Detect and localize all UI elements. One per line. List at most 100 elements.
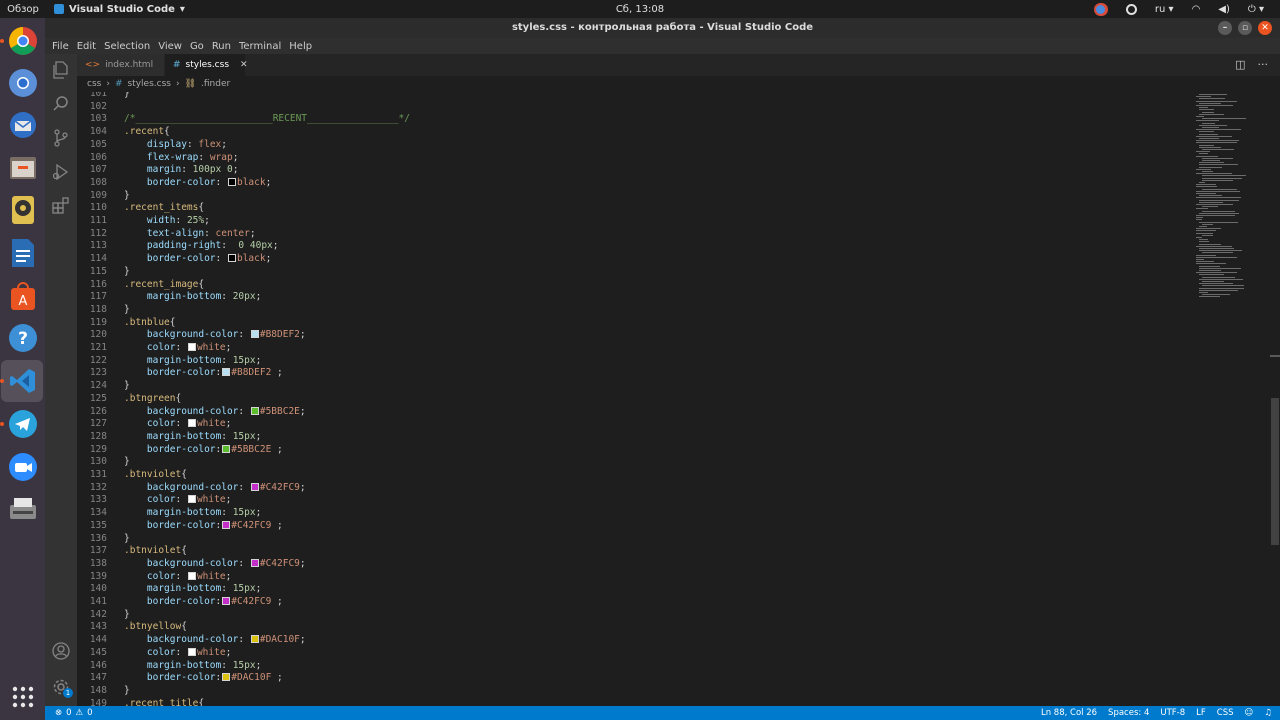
app-menu[interactable]: Visual Studio Code ▾ — [54, 4, 185, 15]
code-token: ; — [299, 557, 306, 569]
more-actions-icon[interactable]: ··· — [1258, 58, 1269, 71]
color-swatch[interactable] — [187, 495, 196, 504]
tab-index-html[interactable]: <> index.html — [77, 54, 164, 76]
indentation[interactable]: Spaces: 4 — [1108, 708, 1149, 718]
minimap-line — [1202, 223, 1213, 225]
thunderbird-icon[interactable] — [6, 108, 39, 141]
minimap[interactable] — [1192, 92, 1270, 706]
color-swatch[interactable] — [187, 419, 196, 428]
line-number: 123 — [89, 367, 107, 379]
color-swatch[interactable] — [222, 444, 231, 453]
rhythmbox-icon[interactable] — [6, 193, 39, 226]
manage-gear-icon[interactable]: 1 — [51, 677, 73, 698]
cursor-position[interactable]: Ln 88, Col 26 — [1041, 708, 1097, 718]
color-swatch[interactable] — [227, 254, 236, 263]
minimap-line — [1199, 292, 1208, 293]
color-swatch[interactable] — [187, 343, 196, 351]
notification-app-icon[interactable] — [1093, 2, 1108, 16]
minimap-line — [1199, 102, 1221, 104]
color-swatch[interactable] — [250, 482, 259, 491]
language-indicator[interactable]: ru ▾ — [1155, 4, 1174, 15]
window-title: styles.css - контрольная работа - Visual… — [511, 22, 814, 33]
menu-view[interactable]: View — [154, 41, 186, 52]
chromium-icon[interactable] — [6, 66, 39, 99]
telegram-icon[interactable] — [6, 407, 39, 440]
code-token: : — [238, 405, 250, 417]
status-ring-icon[interactable] — [1125, 3, 1137, 15]
split-editor-icon[interactable]: ◫ — [1235, 58, 1245, 71]
breadcrumb-symbol[interactable]: .finder — [201, 79, 230, 89]
code-token: ; — [299, 481, 306, 493]
menu-selection[interactable]: Selection — [100, 41, 154, 52]
notifications-bell-icon[interactable]: ♫ — [1264, 708, 1272, 718]
minimap-line — [1199, 94, 1227, 95]
end-of-line[interactable]: LF — [1196, 708, 1206, 718]
code-token: .btnviolet — [124, 545, 182, 557]
code-text: margin-bottom: 15px; — [124, 430, 261, 443]
code-text: border-color: black; — [124, 252, 271, 265]
chrome-icon[interactable] — [6, 24, 39, 57]
feedback-icon[interactable]: ☺ — [1245, 708, 1254, 718]
power-icon[interactable]: ⏻ ▾ — [1248, 4, 1264, 15]
help-icon[interactable]: ? — [6, 321, 39, 354]
extensions-icon[interactable] — [51, 196, 71, 216]
activities-button[interactable]: Обзор — [0, 4, 46, 15]
tab-styles-css[interactable]: # styles.css ✕ — [165, 54, 248, 76]
close-icon[interactable]: ✕ — [1258, 21, 1272, 35]
code-token: : — [221, 291, 233, 303]
code-text: .recent{ — [124, 125, 170, 138]
accounts-icon[interactable] — [51, 641, 71, 661]
scrollbar-thumb[interactable] — [1271, 398, 1279, 545]
menu-help[interactable]: Help — [285, 41, 316, 52]
color-swatch[interactable] — [250, 558, 259, 567]
close-tab-icon[interactable]: ✕ — [240, 60, 248, 70]
color-swatch[interactable] — [222, 520, 231, 529]
code-token: ; — [204, 215, 210, 226]
minimap-line — [1196, 259, 1204, 260]
code-text: padding-right: 0 40px; — [124, 239, 279, 252]
code-text: color: white; — [124, 646, 231, 659]
color-swatch[interactable] — [227, 177, 236, 186]
libreoffice-writer-icon[interactable] — [6, 236, 39, 269]
maximize-icon[interactable]: ▫ — [1238, 21, 1252, 35]
menu-terminal[interactable]: Terminal — [235, 41, 285, 52]
accounts-icon[interactable] — [6, 635, 39, 668]
color-swatch[interactable] — [250, 330, 259, 339]
clock[interactable]: Сб, 13:08 — [0, 4, 1280, 15]
minimap-line — [1196, 232, 1213, 234]
code-token: 15px — [232, 430, 256, 442]
search-icon[interactable] — [51, 94, 71, 114]
vscode-icon[interactable] — [6, 364, 39, 397]
show-applications-icon[interactable] — [6, 680, 39, 713]
breadcrumb-folder[interactable]: css — [87, 79, 101, 89]
menu-go[interactable]: Go — [186, 41, 208, 52]
source-control-icon[interactable] — [51, 128, 71, 148]
run-debug-icon[interactable] — [51, 162, 71, 182]
software-center-icon[interactable]: A — [6, 279, 39, 312]
color-swatch[interactable] — [222, 673, 231, 682]
menu-file[interactable]: File — [48, 41, 73, 52]
color-swatch[interactable] — [187, 571, 196, 580]
menu-run[interactable]: Run — [208, 41, 235, 52]
minimize-icon[interactable]: – — [1218, 21, 1232, 35]
color-swatch[interactable] — [250, 635, 259, 644]
color-swatch[interactable] — [187, 647, 196, 656]
files-icon[interactable] — [6, 151, 39, 184]
color-swatch[interactable] — [222, 597, 231, 605]
code-editor[interactable]: 101} 102 103/*________________________RECE… — [77, 92, 1270, 706]
wifi-icon[interactable]: ◠ — [1192, 4, 1201, 15]
scanner-icon[interactable] — [6, 492, 39, 525]
color-swatch[interactable] — [222, 368, 231, 377]
breadcrumb-file[interactable]: styles.css — [127, 79, 170, 89]
menu-edit[interactable]: Edit — [73, 41, 100, 52]
minimap-line — [1202, 171, 1213, 172]
language-mode[interactable]: CSS — [1217, 708, 1234, 718]
explorer-icon[interactable] — [51, 60, 71, 80]
minimap-line — [1202, 179, 1233, 181]
volume-icon[interactable]: ◀) — [1218, 4, 1230, 15]
encoding[interactable]: UTF-8 — [1160, 708, 1185, 718]
zoom-icon[interactable] — [6, 450, 39, 483]
problems-indicator[interactable]: ⊗ 0 ⚠ 0 — [55, 708, 93, 718]
color-swatch[interactable] — [250, 406, 259, 415]
